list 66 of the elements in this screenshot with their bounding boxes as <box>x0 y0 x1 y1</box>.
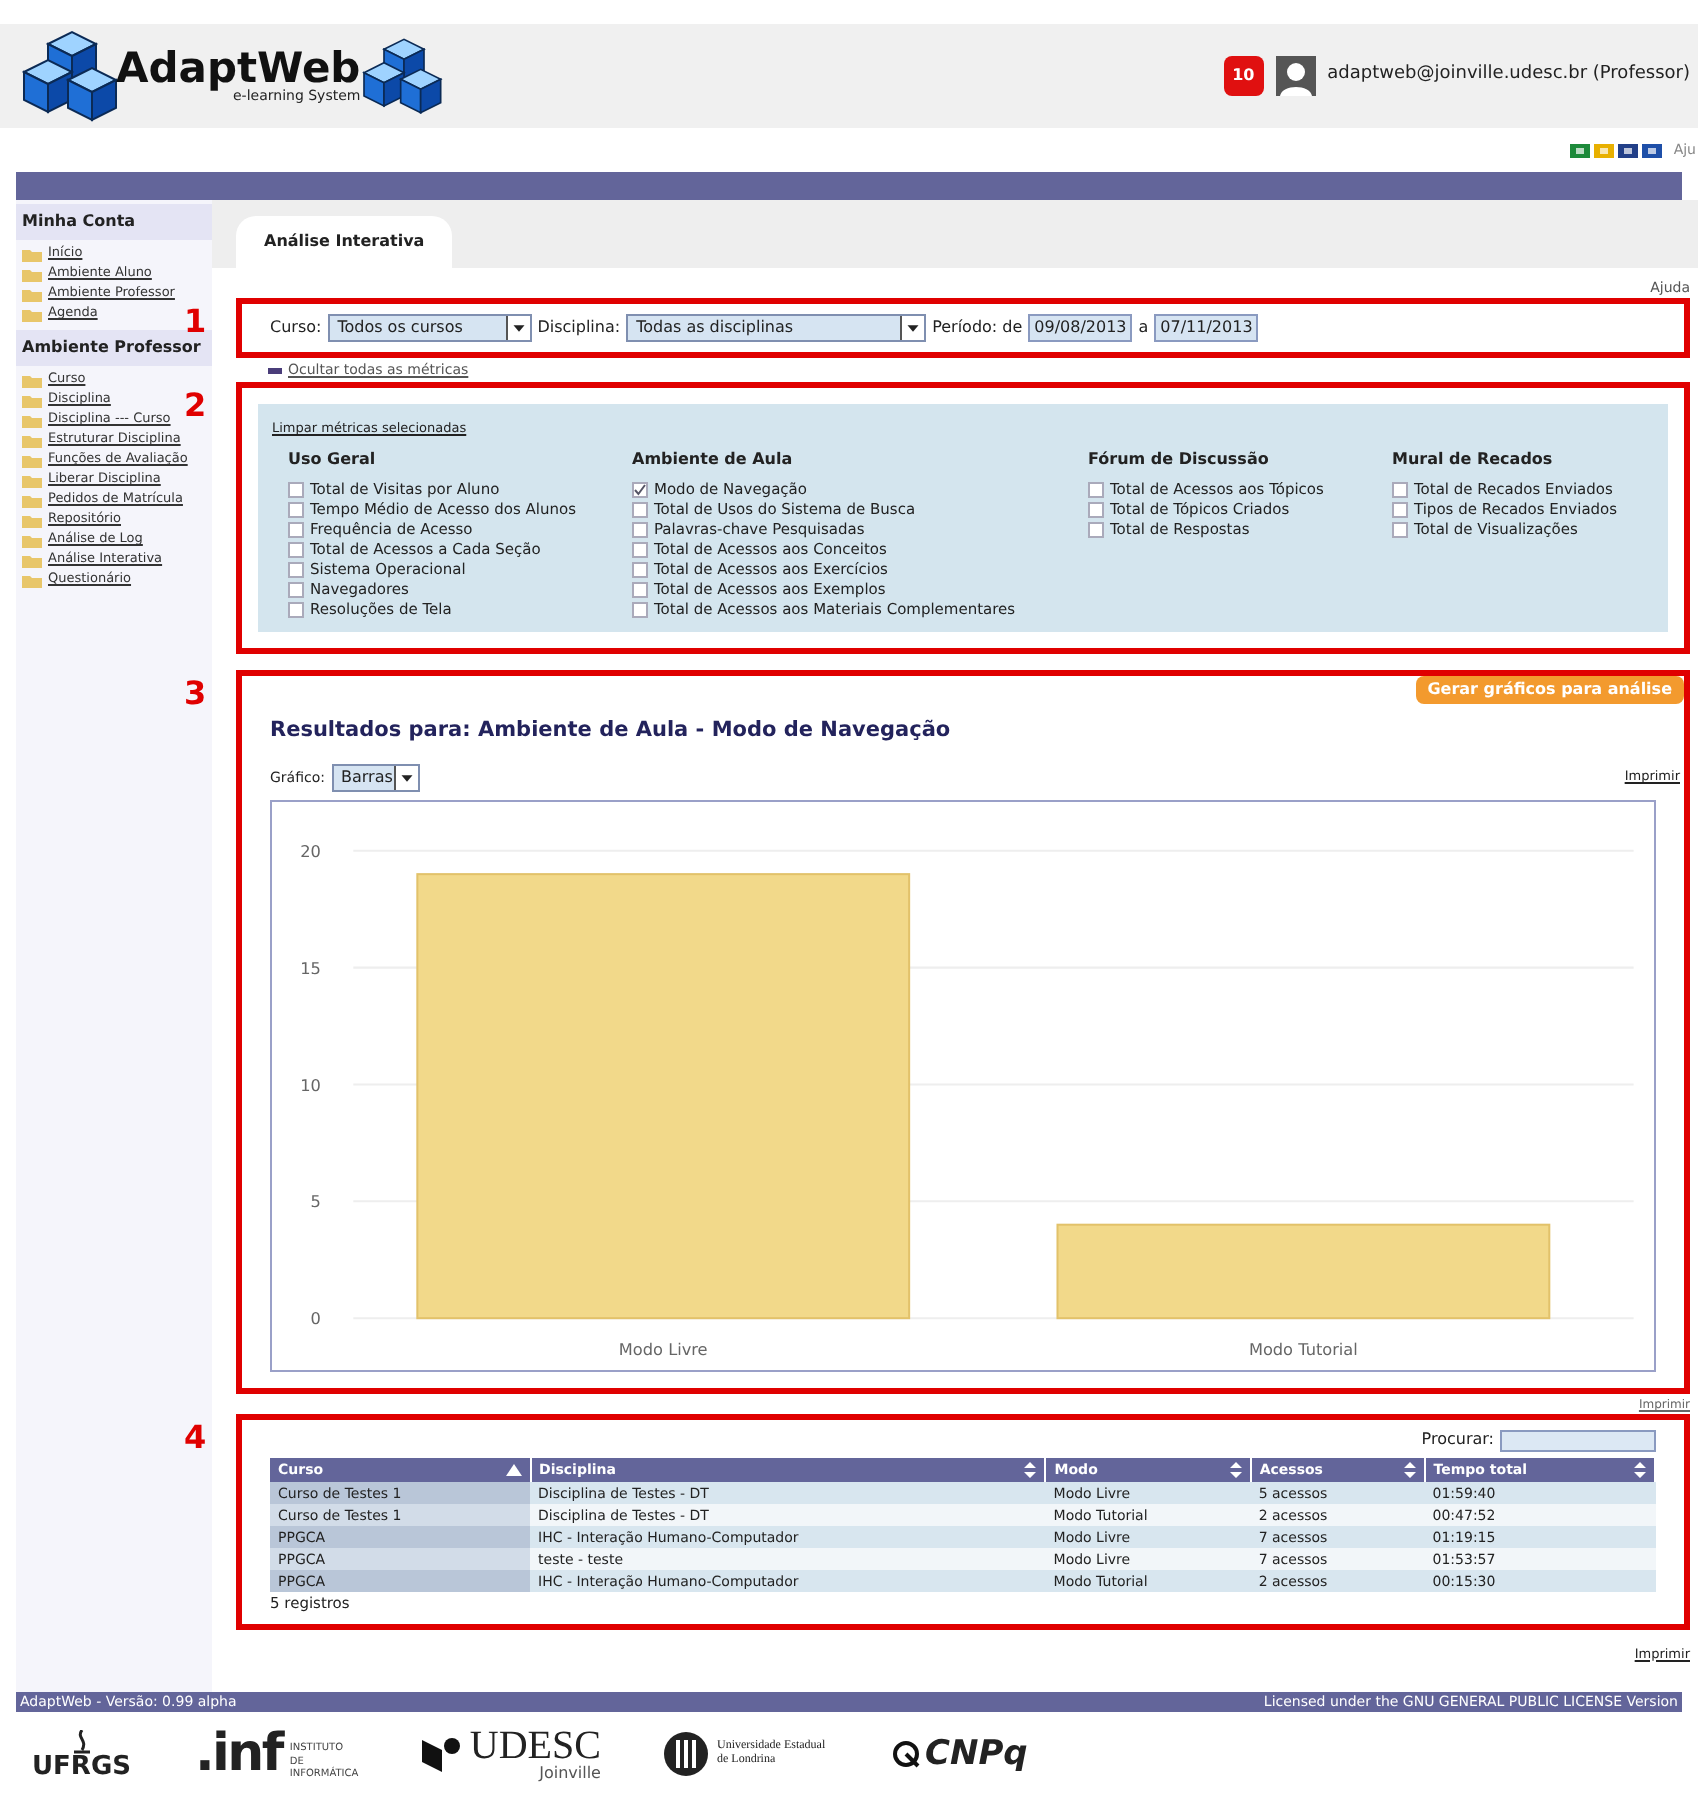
date-separator: a <box>1138 316 1149 340</box>
metric-checkbox[interactable] <box>632 562 648 578</box>
metric-checkbox[interactable] <box>1392 502 1408 518</box>
metric-checkbox[interactable] <box>288 562 304 578</box>
metric-checkbox[interactable] <box>632 582 648 598</box>
flag-icon[interactable] <box>1641 143 1662 157</box>
search-label: Procurar: <box>1421 1428 1494 1453</box>
metric-checkbox[interactable] <box>1088 522 1104 538</box>
sidebar-heading: Ambiente Professor <box>16 330 212 366</box>
chart-type-select[interactable]: Barras <box>331 763 419 792</box>
metric-checkbox[interactable] <box>288 542 304 558</box>
metric-checkbox[interactable] <box>632 502 648 518</box>
logo-text: .inf <box>194 1728 282 1780</box>
metric-checkbox[interactable] <box>1392 522 1408 538</box>
metric-group-title: Uso Geral <box>288 448 378 472</box>
cnpq-emblem-icon <box>892 1740 921 1768</box>
tab[interactable]: Análise Interativa <box>236 216 453 268</box>
logo-title: AdaptWeb <box>116 48 361 90</box>
y-tick-label: 15 <box>300 957 321 978</box>
course-label: Curso: <box>270 316 322 340</box>
end-date-field[interactable]: 07/11/2013 <box>1154 314 1259 342</box>
metric-checkbox[interactable] <box>288 502 304 518</box>
metric-checkbox[interactable] <box>1088 502 1104 518</box>
flag-icon[interactable] <box>1569 143 1590 157</box>
annotation-number: 4 <box>184 1416 207 1461</box>
logo-text: CNPq <box>924 1737 1028 1771</box>
column-emblem-icon <box>664 1730 709 1778</box>
discipline-select[interactable]: Todas as disciplinas <box>626 314 927 342</box>
search-field[interactable] <box>1500 1429 1656 1452</box>
x-category-label: Modo Tutorial <box>1248 1338 1358 1359</box>
metric-group-title: Ambiente de Aula <box>632 448 795 472</box>
discipline-label: Disciplina: <box>537 316 621 340</box>
metric-checkbox[interactable] <box>632 602 648 618</box>
logo-subtext: Joinville <box>539 1766 601 1782</box>
start-date-field[interactable]: 09/08/2013 <box>1028 314 1133 342</box>
user-avatar-icon <box>1275 56 1316 96</box>
y-tick-label: 0 <box>310 1307 321 1328</box>
results-title: Resultados para: Ambiente de Aula - Modo de Navegação <box>270 716 953 746</box>
y-tick-label: 20 <box>300 840 321 861</box>
logo-text: UFRGS <box>32 1753 131 1779</box>
metric-checkbox[interactable] <box>1392 482 1408 498</box>
user-menu[interactable]: adaptweb@joinville.udesc.br (Professor) <box>1327 62 1690 90</box>
x-category-label: Modo Livre <box>618 1338 708 1359</box>
annotation-number: 2 <box>184 384 207 428</box>
metric-checkbox[interactable] <box>632 482 648 498</box>
notification-badge[interactable]: 10 <box>1223 56 1264 96</box>
metric-checkbox[interactable] <box>288 482 304 498</box>
metric-checkbox[interactable] <box>288 522 304 538</box>
sidebar-heading: Minha Conta <box>16 204 212 240</box>
logo-text: UDESC <box>469 1726 601 1766</box>
y-tick-label: 5 <box>310 1190 321 1211</box>
course-select[interactable]: Todos os cursos <box>327 314 532 342</box>
annotation-number: 3 <box>184 672 207 716</box>
y-tick-label: 10 <box>300 1074 321 1095</box>
metric-checkbox[interactable] <box>288 582 304 598</box>
metric-checkbox[interactable] <box>288 602 304 618</box>
metric-checkbox[interactable] <box>632 542 648 558</box>
metric-group-title: Fórum de Discussão <box>1088 448 1271 472</box>
period-label: Período: de <box>932 316 1023 340</box>
flag-icon[interactable] <box>1617 143 1638 157</box>
minus-icon <box>268 367 282 373</box>
check-icon <box>634 484 646 496</box>
udesc-emblem-icon <box>421 1736 462 1772</box>
metric-checkbox[interactable] <box>632 522 648 538</box>
metric-checkbox[interactable] <box>1088 482 1104 498</box>
metric-group-title: Mural de Recados <box>1392 448 1555 472</box>
